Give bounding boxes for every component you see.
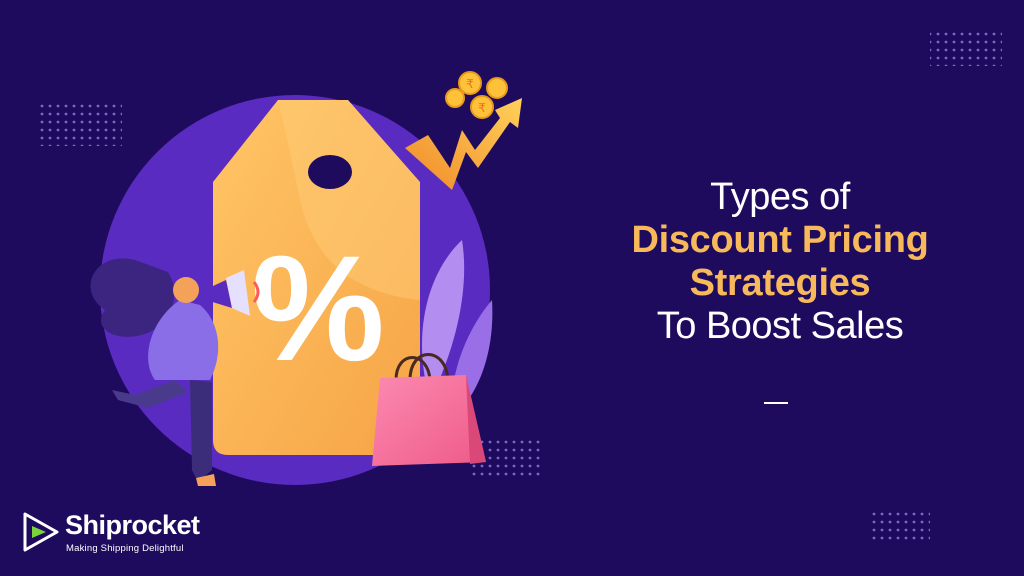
dot-grid-bottom-right <box>870 508 930 544</box>
dot-grid-top-right <box>930 30 1002 66</box>
brand-name: Shiprocket <box>65 510 200 540</box>
headline: Types of Discount Pricing Strategies To … <box>560 176 1000 348</box>
headline-line-2: Discount Pricing <box>631 218 929 261</box>
percent-symbol: % <box>251 224 384 392</box>
svg-text:₹: ₹ <box>466 77 474 91</box>
headline-line-1: Types of <box>710 176 850 218</box>
brand-logo: Shiprocket Making Shipping Delightful <box>22 510 242 556</box>
headline-line-4: To Boost Sales <box>656 304 904 347</box>
headline-line-3: Strategies <box>689 261 871 304</box>
banner: % ₹ ₹ Types of Discount Pricing Strategi… <box>0 0 1024 576</box>
svg-text:₹: ₹ <box>478 101 486 115</box>
dot-grid-left <box>40 102 122 146</box>
divider <box>764 402 788 404</box>
play-logo-icon <box>23 512 59 552</box>
brand-tagline: Making Shipping Delightful <box>66 543 184 554</box>
